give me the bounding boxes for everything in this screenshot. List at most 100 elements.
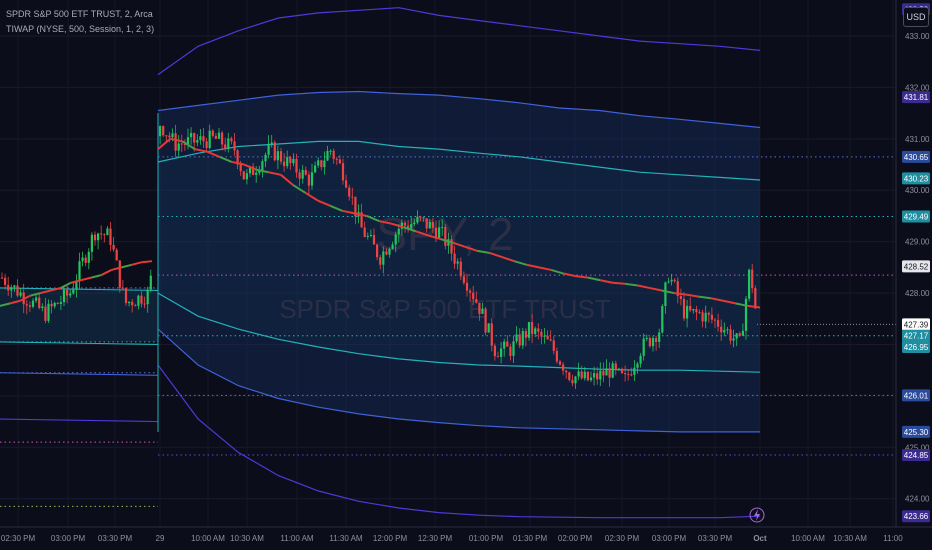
candle-body bbox=[642, 338, 645, 356]
price-tick-label: 430.00 bbox=[905, 186, 930, 195]
vwap-segment bbox=[612, 281, 625, 285]
candle-body bbox=[583, 371, 586, 379]
candle-body bbox=[515, 334, 518, 342]
candle-body bbox=[664, 282, 667, 307]
candle-body bbox=[555, 350, 558, 362]
candle-body bbox=[326, 150, 329, 161]
candle-body bbox=[428, 222, 431, 229]
candle-body bbox=[97, 233, 100, 241]
candle-body bbox=[283, 161, 286, 167]
candle-body bbox=[593, 373, 596, 378]
candle-body bbox=[199, 136, 202, 141]
time-tick-label: 11:00 bbox=[883, 534, 903, 543]
candle-body bbox=[13, 285, 16, 288]
time-tick-label: 10:30 AM bbox=[230, 534, 264, 543]
price-tick-label: 424.00 bbox=[905, 495, 930, 504]
candle-body bbox=[391, 244, 394, 249]
time-tick-label: 12:30 PM bbox=[418, 534, 453, 543]
candle-body bbox=[735, 333, 738, 339]
candle-body bbox=[469, 290, 472, 293]
candle-body bbox=[363, 227, 366, 237]
candle-body bbox=[338, 159, 341, 164]
candle-body bbox=[143, 303, 146, 305]
candle-body bbox=[589, 377, 593, 381]
candle-body bbox=[162, 126, 165, 136]
candle-body bbox=[87, 251, 90, 263]
candle-body bbox=[487, 323, 490, 333]
candle-body bbox=[456, 261, 459, 264]
candle-body bbox=[379, 257, 382, 265]
price-badge: 425.30 bbox=[902, 425, 930, 438]
candle-body bbox=[723, 330, 726, 333]
time-tick-label: 10:00 AM bbox=[191, 534, 225, 543]
candle-body bbox=[490, 323, 493, 346]
candle-body bbox=[459, 261, 462, 277]
candle-body bbox=[233, 141, 236, 151]
price-axis[interactable]: 433.00 432.00 431.00 430.00 429.00 428.00 427.… bbox=[895, 0, 932, 550]
candle-body bbox=[639, 355, 642, 364]
time-tick-label: 29 bbox=[156, 534, 165, 543]
candle-body bbox=[53, 302, 56, 307]
candle-body bbox=[596, 373, 599, 380]
candle-body bbox=[7, 284, 10, 291]
candle-body bbox=[655, 338, 658, 342]
price-tick-label: 432.00 bbox=[905, 83, 930, 92]
price-tick-label: 433.00 bbox=[905, 32, 930, 41]
candle-body bbox=[524, 331, 527, 338]
candle-body bbox=[146, 289, 149, 305]
candle-body bbox=[568, 372, 571, 381]
price-chart[interactable]: SPY, 2 SPDR S&P 500 ETF TRUST 433.00432.… bbox=[0, 0, 932, 550]
candle-body bbox=[351, 196, 354, 198]
candle-body bbox=[84, 257, 87, 263]
price-badge: 428.52 bbox=[902, 260, 930, 273]
candle-body bbox=[118, 260, 121, 288]
candle-body bbox=[710, 314, 713, 320]
candle-body bbox=[214, 135, 217, 139]
time-tick-label: Oct bbox=[753, 534, 767, 543]
candle-body bbox=[208, 130, 211, 148]
candle-body bbox=[521, 331, 524, 346]
price-badge-label: 424.85 bbox=[904, 451, 929, 460]
candle-body bbox=[38, 297, 41, 309]
candle-body bbox=[376, 244, 379, 258]
watermark-name: SPDR S&P 500 ETF TRUST bbox=[279, 294, 610, 324]
candle-body bbox=[707, 312, 710, 315]
candle-body bbox=[611, 363, 614, 378]
candle-body bbox=[168, 135, 171, 138]
candle-body bbox=[35, 297, 38, 301]
candle-body bbox=[180, 143, 183, 145]
price-badge: 426.01 bbox=[902, 389, 930, 402]
candle-body bbox=[295, 158, 298, 173]
currency-button[interactable]: USD bbox=[903, 7, 929, 27]
candle-body bbox=[444, 226, 447, 246]
time-tick-label: 03:30 PM bbox=[98, 534, 133, 543]
symbol-title: SPDR S&P 500 ETF TRUST, 2, Arca bbox=[6, 9, 153, 19]
candle-body bbox=[388, 248, 391, 255]
candle-body bbox=[416, 216, 419, 223]
candle-body bbox=[62, 289, 66, 303]
candle-body bbox=[509, 346, 512, 356]
time-tick-label: 11:00 AM bbox=[280, 534, 314, 543]
time-tick-label: 03:00 PM bbox=[51, 534, 86, 543]
candle-body bbox=[620, 368, 624, 374]
candle-body bbox=[493, 345, 496, 357]
price-badge-label: 427.39 bbox=[904, 320, 929, 329]
candle-body bbox=[10, 287, 13, 291]
price-badge: 430.23 bbox=[902, 172, 930, 185]
candle-body bbox=[174, 133, 177, 151]
candle-body bbox=[72, 289, 75, 294]
candle-body bbox=[93, 234, 97, 241]
candle-body bbox=[140, 295, 143, 304]
candle-body bbox=[713, 319, 717, 321]
candle-body bbox=[90, 234, 93, 252]
time-tick-label: 03:30 PM bbox=[698, 534, 733, 543]
candle-body bbox=[667, 281, 670, 283]
price-badge: 431.81 bbox=[902, 91, 930, 104]
time-axis[interactable]: 02:30 PM 03:00 PM 03:30 PM 29 10:00 AM 10:30 … bbox=[0, 526, 932, 550]
candle-body bbox=[472, 292, 475, 300]
candle-body bbox=[264, 154, 267, 162]
candle-body bbox=[403, 222, 407, 226]
price-badge: 427.39 bbox=[902, 318, 930, 331]
price-badge: 423.66 bbox=[902, 510, 930, 523]
vwap-segment bbox=[141, 260, 153, 264]
